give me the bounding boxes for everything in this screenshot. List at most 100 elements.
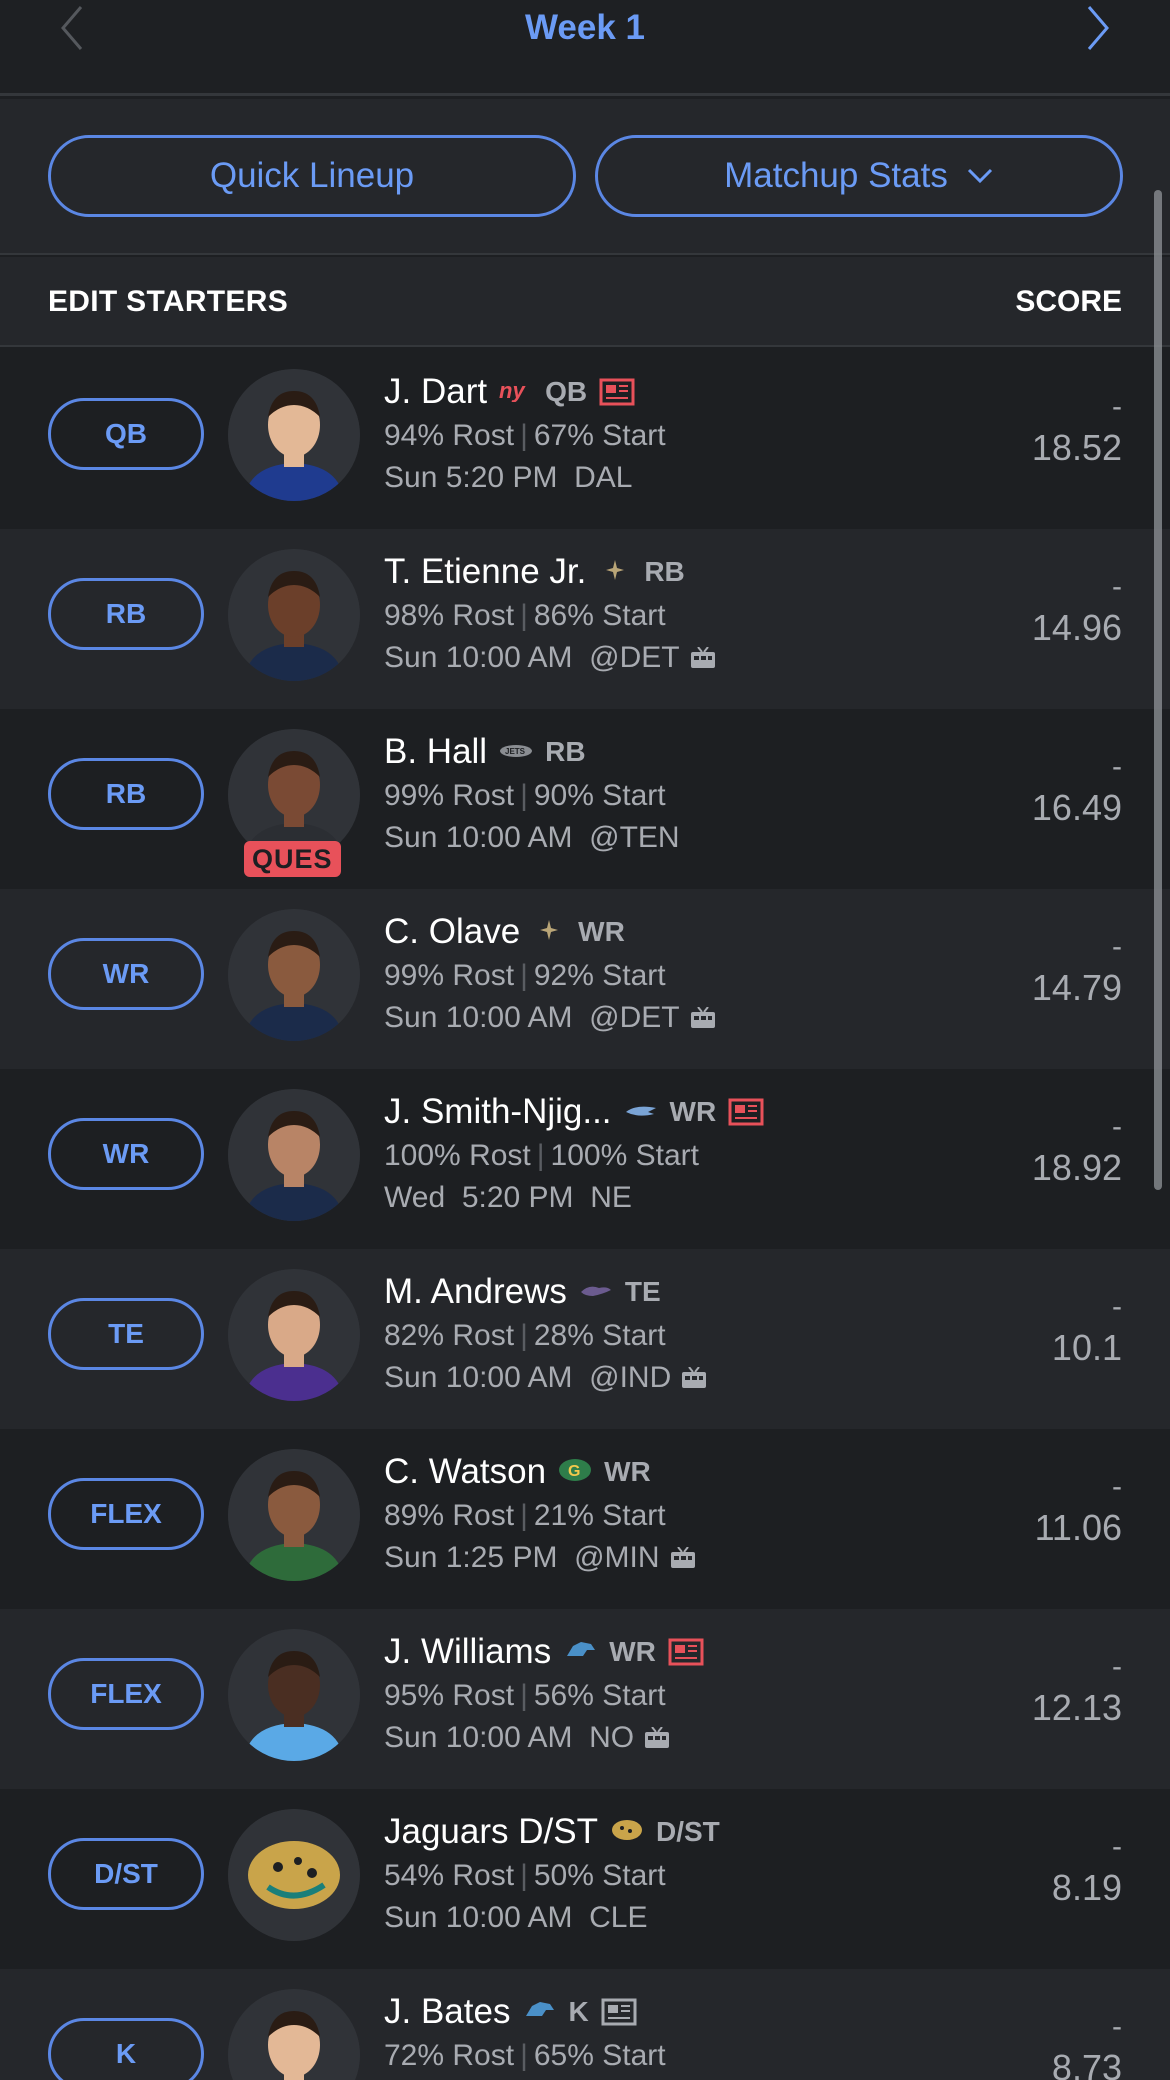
week-title[interactable]: Week 1	[0, 8, 1170, 48]
player-name-line: B. Hall JETS RB	[384, 729, 1024, 775]
avatar[interactable]	[228, 1089, 360, 1221]
player-position: K	[568, 1996, 589, 2027]
slot-button-rb[interactable]: RB	[48, 758, 204, 830]
avatar[interactable]	[228, 1629, 360, 1761]
player-name[interactable]: B. Hall	[384, 732, 487, 772]
avatar[interactable]	[228, 1269, 360, 1401]
player-position: QB	[545, 376, 588, 407]
actual-score: -	[1112, 1110, 1122, 1143]
tv-icon	[670, 1547, 695, 1568]
ravens-logo-icon	[579, 1278, 613, 1307]
actual-score: -	[1112, 1470, 1122, 1503]
player-name[interactable]: C. Olave	[384, 912, 520, 952]
next-week-button[interactable]	[1068, 0, 1128, 56]
slot-button-k[interactable]: K	[48, 2018, 204, 2080]
matchup-stats-button[interactable]: Matchup Stats	[595, 135, 1123, 217]
slot-button-te[interactable]: TE	[48, 1298, 204, 1370]
player-row[interactable]: WR J. Smith-Njig... WR 100% Rost | 100% Start…	[0, 1069, 1170, 1249]
player-row[interactable]: TE M. Andrews TE 82% Rost | 28% Start Sun 10:0…	[0, 1249, 1170, 1429]
rostered-percent: 98% Rost	[384, 599, 515, 632]
slot-label: RB	[105, 598, 147, 629]
avatar[interactable]	[228, 1809, 360, 1941]
slot-button-qb[interactable]: QB	[48, 398, 204, 470]
player-row[interactable]: RB QUES B. Hall JETS RB 99% Rost | 90% Start Sun…	[0, 709, 1170, 889]
player-info: J. Dart ny QB 94% Rost | 67% Start Sun 5:20 PM…	[384, 369, 1024, 499]
divider: |	[520, 959, 528, 992]
player-row[interactable]: WR C. Olave WR 99% Rost | 92% Start Sun 10:00 …	[0, 889, 1170, 1069]
edit-starters-heading: EDIT STARTERS	[48, 285, 289, 318]
player-score: - 18.92	[1032, 1109, 1122, 1191]
chevron-right-icon	[1087, 6, 1109, 50]
slot-button-wr[interactable]: WR	[48, 1118, 204, 1190]
game-time-opponent: Sun 10:00 AM CLE	[384, 1901, 648, 1934]
divider: |	[520, 1499, 528, 1532]
player-row[interactable]: RB T. Etienne Jr. RB 98% Rost | 86% Start Sun …	[0, 529, 1170, 709]
game-time-opponent: Wed 5:20 PM NE	[384, 1181, 632, 1214]
player-name[interactable]: C. Watson	[384, 1452, 546, 1492]
player-name[interactable]: M. Andrews	[384, 1272, 567, 1312]
tv-icon	[645, 1727, 670, 1748]
player-name-line: J. Bates K	[384, 1989, 1024, 2035]
player-headshot	[228, 549, 360, 681]
news-icon[interactable]	[668, 1637, 704, 1667]
quick-lineup-button[interactable]: Quick Lineup	[48, 135, 576, 217]
actual-score: -	[1112, 1830, 1122, 1863]
game-time-opponent: Sun 10:00 AM @DET	[384, 1001, 680, 1034]
slot-button-rb[interactable]: RB	[48, 578, 204, 650]
player-row[interactable]: D/ST Jaguars D/ST D/ST 54% Rost | 50% Start Su…	[0, 1789, 1170, 1969]
saints-logo-icon	[598, 558, 632, 587]
game-time-opponent: Sun 1:25 PM @MIN	[384, 1541, 660, 1574]
player-name[interactable]: Jaguars D/ST	[384, 1812, 598, 1852]
divider: |	[520, 2039, 528, 2072]
player-headshot	[228, 1269, 360, 1401]
news-icon[interactable]	[601, 1997, 637, 2027]
player-row[interactable]: QB J. Dart ny QB 94% Rost | 67% Start Sun 5:20 …	[0, 349, 1170, 529]
player-name[interactable]: J. Bates	[384, 1992, 510, 2032]
avatar[interactable]	[228, 369, 360, 501]
divider: |	[520, 1859, 528, 1892]
player-name[interactable]: T. Etienne Jr.	[384, 552, 586, 592]
slot-label: TE	[108, 1318, 144, 1349]
scrollbar[interactable]	[1154, 190, 1162, 1190]
player-row[interactable]: FLEX J. Williams WR 95% Rost | 56% Start Sun 1…	[0, 1609, 1170, 1789]
avatar[interactable]	[228, 909, 360, 1041]
player-name[interactable]: J. Smith-Njig...	[384, 1092, 612, 1132]
started-percent: 50% Start	[533, 1859, 666, 1892]
player-row[interactable]: FLEX C. Watson G WR 89% Rost | 21% Start Sun 1:…	[0, 1429, 1170, 1609]
slot-button-flex[interactable]: FLEX	[48, 1478, 204, 1550]
game-info: Wed 5:20 PM NE	[384, 1177, 1024, 1219]
roster-stats: 98% Rost | 86% Start	[384, 595, 1024, 637]
avatar[interactable]	[228, 1449, 360, 1581]
game-info: Sun 10:00 AM CLE	[384, 1897, 1024, 1939]
player-headshot	[228, 909, 360, 1041]
actual-score: -	[1112, 930, 1122, 963]
started-percent: 86% Start	[533, 599, 666, 632]
actual-score: -	[1112, 1290, 1122, 1323]
avatar[interactable]	[228, 1989, 360, 2080]
player-name-line: J. Williams WR	[384, 1629, 1024, 1675]
roster-stats: 99% Rost | 90% Start	[384, 775, 1024, 817]
projected-score: 14.96	[1031, 607, 1122, 648]
game-info: Sun 10:00 AM @TEN	[384, 817, 1024, 859]
slot-label: FLEX	[90, 1678, 162, 1709]
slot-button-flex[interactable]: FLEX	[48, 1658, 204, 1730]
started-percent: 100% Start	[550, 1139, 699, 1172]
news-icon[interactable]	[599, 377, 635, 407]
player-name[interactable]: J. Dart	[384, 372, 487, 412]
player-score: - 18.52	[1032, 389, 1122, 471]
started-percent: 67% Start	[533, 419, 666, 452]
player-position: WR	[609, 1636, 656, 1667]
news-icon[interactable]	[728, 1097, 764, 1127]
projected-score: 16.49	[1031, 787, 1122, 828]
avatar[interactable]	[228, 549, 360, 681]
actual-score: -	[1112, 2010, 1122, 2043]
player-name[interactable]: J. Williams	[384, 1632, 551, 1672]
game-info: Sun 10:00 AM @DET	[384, 997, 1024, 1039]
player-row[interactable]: K J. Bates K 72% Rost | 65% Start - 8.73	[0, 1969, 1170, 2080]
game-info: Sun 10:00 AM @IND	[384, 1357, 1024, 1399]
slot-button-dst[interactable]: D/ST	[48, 1838, 204, 1910]
player-headshot	[228, 1449, 360, 1581]
player-name-line: Jaguars D/ST D/ST	[384, 1809, 1024, 1855]
game-info: Sun 10:00 AM @DET	[384, 637, 1024, 679]
slot-button-wr[interactable]: WR	[48, 938, 204, 1010]
